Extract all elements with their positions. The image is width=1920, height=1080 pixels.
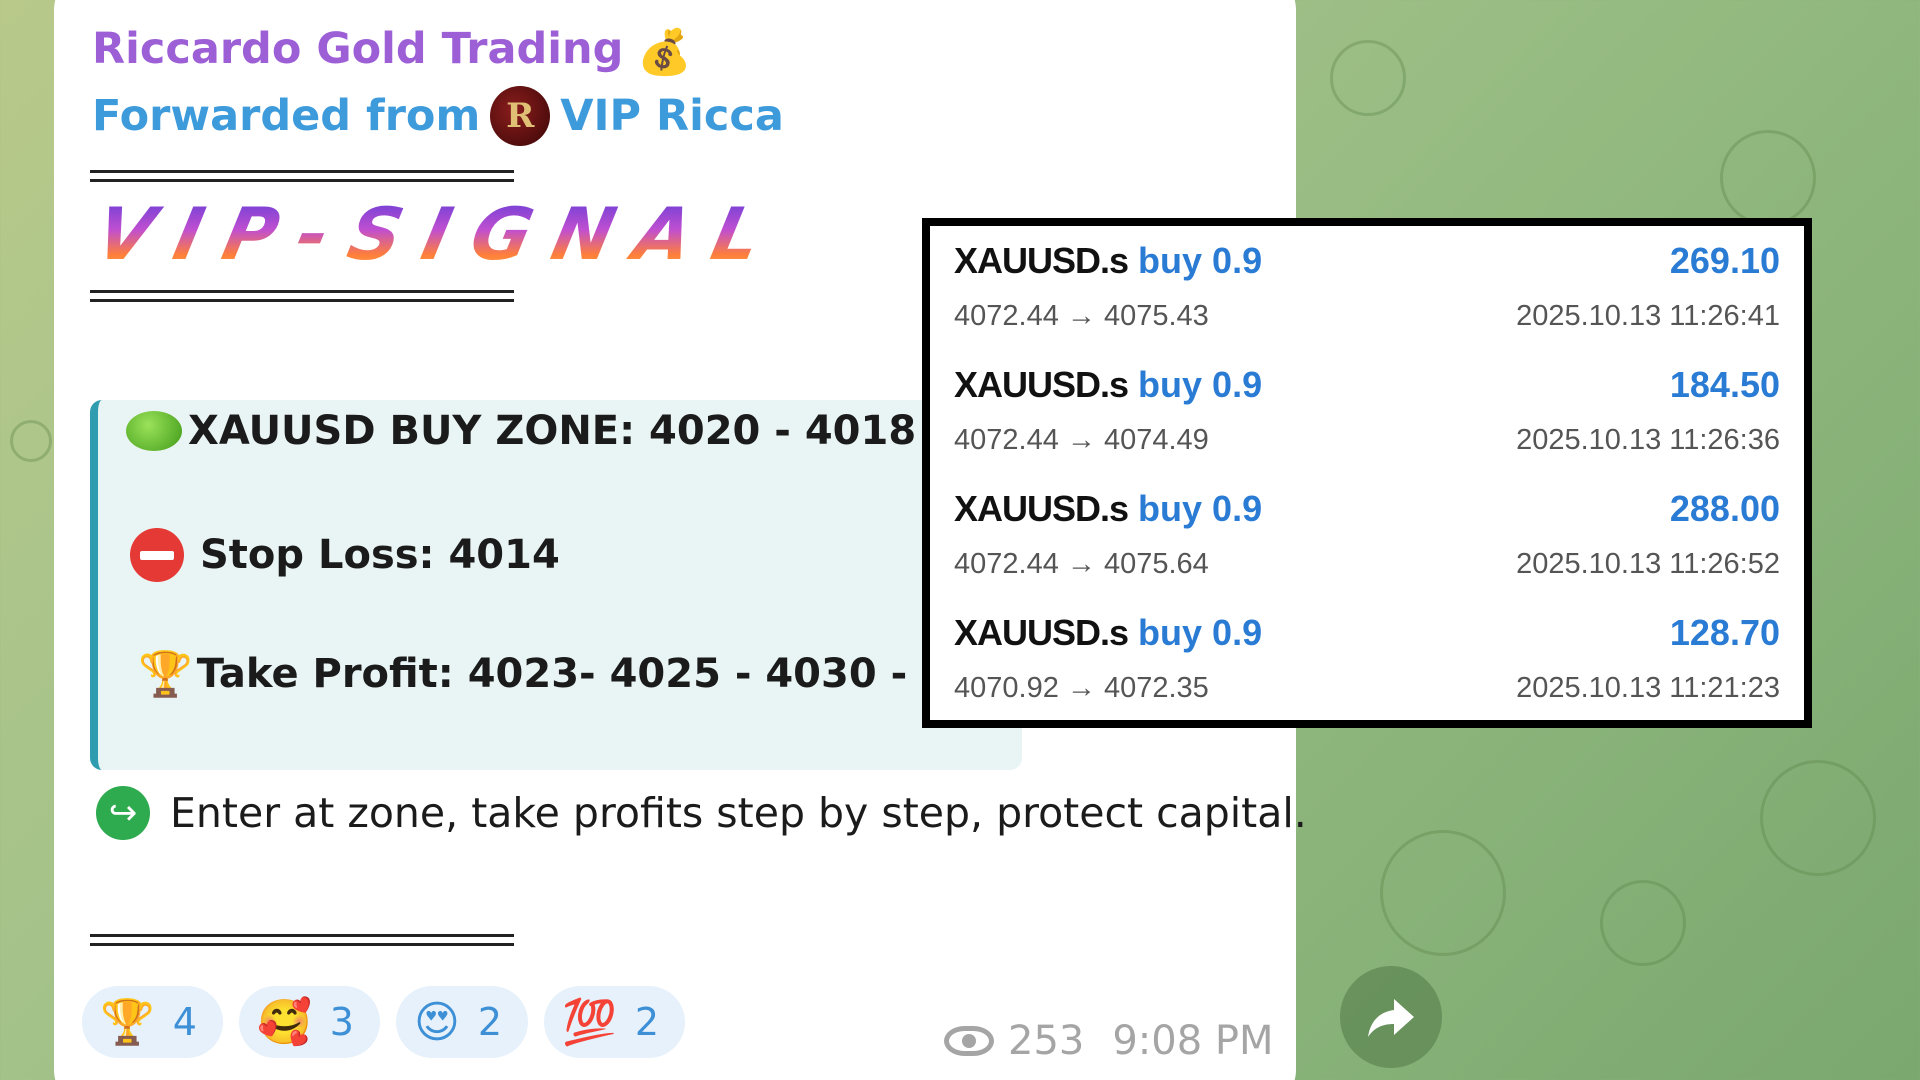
trade-row: XAUUSD.s buy 0.9 128.70 4070.92 → 4072.35…	[954, 612, 1780, 722]
divider	[90, 290, 514, 302]
share-arrow-icon	[1368, 999, 1414, 1037]
reaction-hundred[interactable]: 💯 2	[544, 986, 686, 1058]
no-entry-icon	[130, 528, 184, 582]
note-line: ↪ Enter at zone, take profits step by st…	[96, 786, 1307, 840]
forwarded-source: VIP Ricca	[560, 91, 784, 141]
background-doodle	[1330, 40, 1406, 116]
reaction-count: 2	[477, 1000, 503, 1044]
stop-loss-text: Stop Loss: 4014	[200, 532, 560, 578]
buy-zone-line: XAUUSD BUY ZONE: 4020 - 4018	[126, 408, 916, 454]
reaction-smiling-hearts[interactable]: 🥰 3	[238, 986, 380, 1058]
view-count: 253	[1008, 1018, 1085, 1064]
smiling-hearts-icon: 🥰	[256, 997, 312, 1048]
trade-prices: 4072.44 → 4074.49	[954, 424, 1209, 456]
forwarded-label: Forwarded from	[92, 91, 481, 141]
trade-timestamp: 2025.10.13 11:26:36	[1516, 424, 1780, 456]
reaction-trophy[interactable]: 🏆 4	[82, 986, 223, 1058]
trade-direction: buy 0.9	[1138, 364, 1263, 405]
trophy-icon: 🏆	[100, 997, 155, 1048]
trade-profit: 269.10	[1669, 240, 1780, 281]
money-bag-icon: 💰	[637, 27, 693, 78]
stop-loss-line: Stop Loss: 4014	[130, 528, 560, 582]
trade-symbol: XAUUSD.s	[954, 488, 1129, 529]
trade-results-panel: XAUUSD.s buy 0.9 269.10 4072.44 → 4075.43…	[922, 218, 1812, 728]
trade-prices: 4072.44 → 4075.43	[954, 300, 1209, 332]
take-profit-line: 🏆 Take Profit: 4023- 4025 - 4030 - OPEN	[138, 648, 1045, 700]
background-doodle	[1720, 130, 1816, 226]
background-doodle	[1600, 880, 1686, 966]
channel-name-label: Riccardo Gold Trading	[92, 24, 624, 74]
background-doodle	[1380, 830, 1506, 956]
hundred-points-icon: 💯	[562, 997, 617, 1048]
avatar: R	[490, 86, 551, 146]
green-circle-icon	[126, 411, 182, 451]
trade-profit: 288.00	[1669, 488, 1780, 529]
trade-symbol: XAUUSD.s	[954, 240, 1129, 281]
take-profit-text: Take Profit: 4023- 4025 - 4030 - OPEN	[196, 651, 1046, 697]
trade-profit: 184.50	[1669, 364, 1780, 405]
trophy-icon: 🏆	[138, 649, 193, 700]
trade-row: XAUUSD.s buy 0.9 269.10 4072.44 → 4075.43…	[954, 240, 1780, 350]
arrow-right-circle-icon: ↪	[96, 786, 150, 840]
eye-icon	[944, 1026, 994, 1056]
trade-prices: 4070.92 → 4072.35	[954, 672, 1209, 704]
trade-direction: buy 0.9	[1138, 240, 1263, 281]
trade-symbol: XAUUSD.s	[954, 612, 1129, 653]
heart-eyes-icon: 😍	[413, 996, 460, 1048]
note-text: Enter at zone, take profits step by step…	[170, 789, 1307, 837]
trade-direction: buy 0.9	[1138, 488, 1263, 529]
reaction-count: 3	[329, 1000, 354, 1044]
trade-timestamp: 2025.10.13 11:21:23	[1516, 672, 1780, 704]
trade-symbol: XAUUSD.s	[954, 364, 1129, 405]
message-time: 9:08 PM	[1112, 1018, 1274, 1064]
trade-prices: 4072.44 → 4075.64	[954, 548, 1209, 580]
forwarded-header[interactable]: Forwarded from R VIP Ricca	[92, 86, 784, 146]
reaction-count: 4	[172, 1000, 197, 1044]
reactions-bar: 🏆 4 🥰 3 😍 2 💯 2	[82, 986, 686, 1058]
trade-row: XAUUSD.s buy 0.9 288.00 4072.44 → 4075.64…	[954, 488, 1780, 598]
trade-row: XAUUSD.s buy 0.9 184.50 4072.44 → 4074.49…	[954, 364, 1780, 474]
message-meta: 253 9:08 PM	[944, 1018, 1274, 1064]
buy-zone-text: XAUUSD BUY ZONE: 4020 - 4018	[188, 408, 917, 454]
reaction-count: 2	[634, 1000, 660, 1044]
trade-profit: 128.70	[1669, 612, 1780, 653]
trade-timestamp: 2025.10.13 11:26:52	[1516, 548, 1780, 580]
divider	[90, 170, 514, 182]
share-button[interactable]	[1340, 966, 1442, 1068]
divider	[90, 934, 514, 946]
background-doodle	[1760, 760, 1876, 876]
trade-timestamp: 2025.10.13 11:26:41	[1516, 300, 1780, 332]
reaction-heart-eyes[interactable]: 😍 2	[395, 986, 529, 1058]
signal-quote-block	[90, 400, 1022, 770]
vip-signal-banner: VIP-SIGNAL	[89, 192, 791, 276]
channel-name[interactable]: Riccardo Gold Trading 💰	[92, 24, 692, 78]
trade-direction: buy 0.9	[1138, 612, 1263, 653]
background-doodle	[10, 420, 52, 462]
